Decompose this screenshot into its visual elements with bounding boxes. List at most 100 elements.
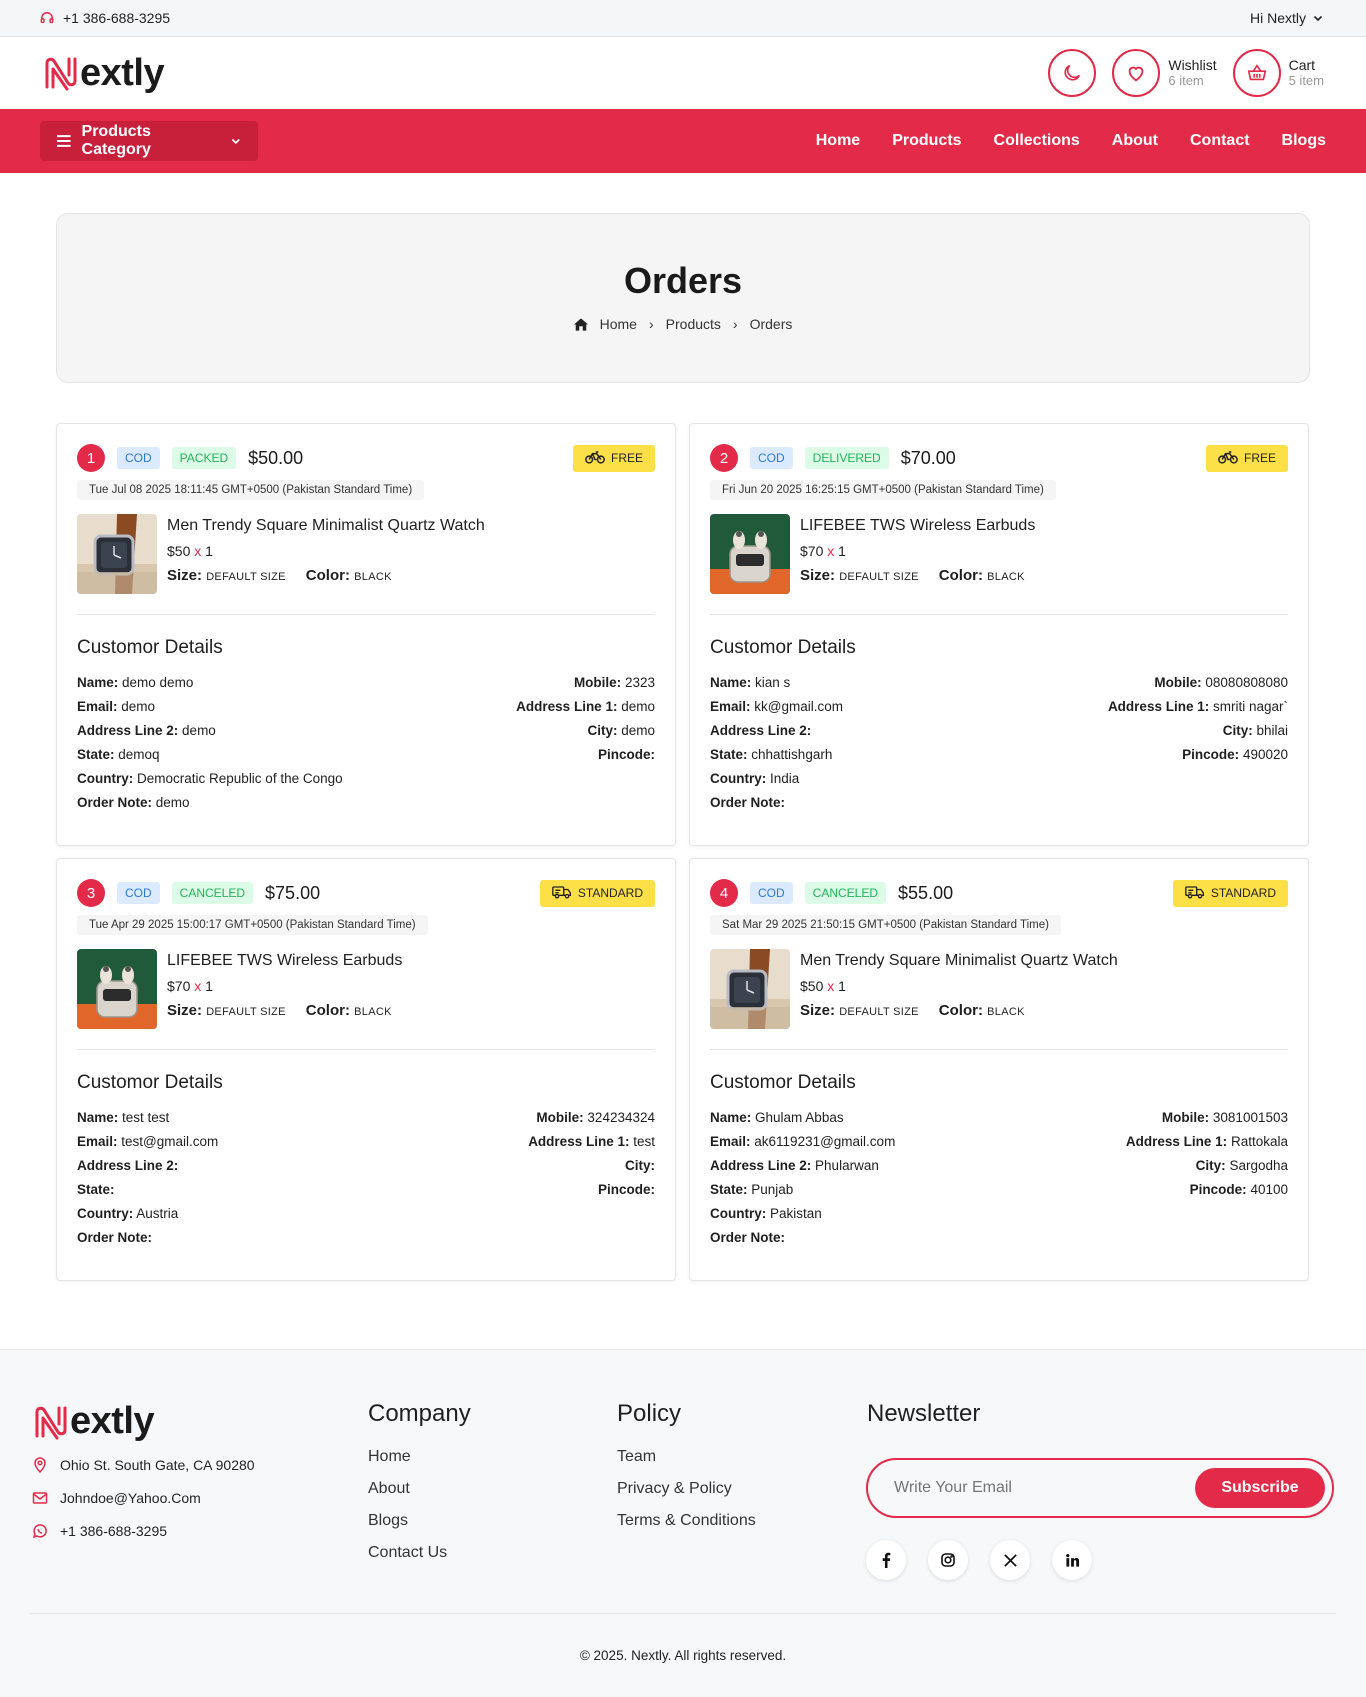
footer-divider	[30, 1613, 1336, 1614]
theme-toggle-button[interactable]	[1048, 49, 1097, 97]
order-number-badge: 1	[77, 444, 105, 472]
product-name[interactable]: LIFEBEE TWS Wireless Earbuds	[800, 517, 1035, 535]
customer-address-line-1: Address Line 1: demo	[516, 699, 655, 714]
newsletter-email-input[interactable]	[894, 1479, 1174, 1497]
customer-address-line-2: Address Line 2:	[77, 1158, 179, 1173]
wishlist-link[interactable]: Wishlist 6 item	[1112, 49, 1217, 97]
size-value: DEFAULT SIZE	[206, 1006, 286, 1018]
mail-icon	[32, 1492, 48, 1504]
product-price-qty: $70 x 1	[167, 978, 402, 994]
customer-details-heading: Customor Details	[710, 1072, 856, 1093]
main-nav: Products Category Home Products Collecti…	[0, 109, 1366, 173]
nav-about[interactable]: About	[1112, 132, 1158, 150]
unit-price: $70	[800, 543, 824, 559]
facebook-icon[interactable]	[866, 1540, 906, 1580]
product-image[interactable]	[710, 514, 790, 594]
product-price-qty: $50 x 1	[800, 978, 1118, 994]
chevron-down-icon	[232, 138, 241, 145]
nav-collections[interactable]: Collections	[994, 132, 1080, 150]
footer-link-terms[interactable]: Terms & Conditions	[617, 1512, 756, 1530]
shipping-badge: STANDARD	[539, 879, 655, 907]
x-icon[interactable]	[990, 1540, 1030, 1580]
payment-method-badge: COD	[750, 447, 793, 469]
breadcrumb-home[interactable]: Home	[600, 316, 637, 332]
qty-multiplier: x	[194, 978, 202, 994]
order-card: 1 COD PACKED $50.00 FREE Tue Jul 08 2025…	[56, 423, 676, 846]
linkedin-icon[interactable]	[1052, 1540, 1092, 1580]
footer-address: Ohio St. South Gate, CA 90280	[32, 1457, 255, 1473]
topbar-phone[interactable]: +1 386-688-3295	[63, 10, 170, 26]
logo-text: extly	[70, 1400, 155, 1442]
order-date: Tue Jul 08 2025 18:11:45 GMT+0500 (Pakis…	[77, 480, 425, 500]
customer-address-line-1: Address Line 1: smriti nagar`	[1107, 699, 1288, 714]
cart-button[interactable]	[1232, 49, 1281, 97]
order-product: Men Trendy Square Minimalist Quartz Watc…	[77, 514, 655, 594]
customer-country: Country: Pakistan	[710, 1206, 822, 1221]
quantity: 1	[205, 978, 213, 994]
unit-price: $70	[167, 978, 191, 994]
divider	[77, 614, 655, 615]
breadcrumb-separator: ›	[732, 316, 738, 332]
logo-n-mark	[45, 57, 77, 91]
nav-links: Home Products Collections About Contact …	[816, 132, 1326, 150]
cart-link[interactable]: Cart 5 item	[1232, 49, 1324, 97]
quantity: 1	[205, 543, 213, 559]
user-greeting[interactable]: Hi Nextly	[1250, 10, 1306, 26]
footer-link-privacy[interactable]: Privacy & Policy	[617, 1480, 756, 1498]
customer-name: Name: kian s	[710, 675, 791, 690]
customer-city: City: demo	[587, 723, 655, 738]
footer-link-blogs[interactable]: Blogs	[368, 1512, 471, 1530]
product-attributes: Size: DEFAULT SIZE Color: BLACK	[167, 567, 485, 584]
cart-label: Cart	[1288, 57, 1316, 73]
instagram-icon[interactable]	[928, 1540, 968, 1580]
customer-name: Name: test test	[77, 1110, 170, 1125]
order-number-badge: 3	[77, 879, 105, 907]
nav-home[interactable]: Home	[816, 132, 860, 150]
customer-pincode: Pincode: 490020	[1182, 747, 1288, 762]
shipping-badge: FREE	[1205, 444, 1288, 472]
wishlist-button[interactable]	[1112, 49, 1161, 97]
product-image[interactable]	[710, 949, 790, 1029]
footer-link-about[interactable]: About	[368, 1480, 471, 1498]
products-category-label: Products Category	[81, 123, 151, 158]
subscribe-button[interactable]: Subscribe	[1195, 1468, 1325, 1508]
product-name[interactable]: Men Trendy Square Minimalist Quartz Watc…	[167, 517, 485, 535]
size-label: Size:	[167, 567, 203, 584]
footer-link-contact[interactable]: Contact Us	[368, 1544, 471, 1562]
logo-n-mark	[35, 1406, 67, 1439]
customer-email: Email: ak6119231@gmail.com	[710, 1134, 896, 1149]
nav-products[interactable]: Products	[892, 132, 961, 150]
nav-blogs[interactable]: Blogs	[1282, 132, 1326, 150]
product-name[interactable]: LIFEBEE TWS Wireless Earbuds	[167, 952, 402, 970]
site-footer: extly Ohio St. South Gate, CA 90280 John…	[0, 1349, 1366, 1697]
products-category-button[interactable]: Products Category	[40, 121, 258, 161]
customer-country: Country: Democratic Republic of the Cong…	[77, 771, 343, 786]
order-status-badge: DELIVERED	[804, 447, 889, 469]
footer-link-team[interactable]: Team	[617, 1448, 756, 1466]
color-label: Color:	[305, 1002, 350, 1019]
bicycle-icon	[1218, 450, 1238, 467]
color-label: Color:	[938, 1002, 983, 1019]
product-image[interactable]	[77, 514, 157, 594]
product-name[interactable]: Men Trendy Square Minimalist Quartz Watc…	[800, 952, 1118, 970]
size-value: DEFAULT SIZE	[839, 571, 919, 583]
site-logo[interactable]: extly	[42, 52, 165, 95]
footer-link-home[interactable]: Home	[368, 1448, 471, 1466]
basket-icon	[1247, 64, 1266, 81]
user-menu[interactable]: Hi Nextly	[1250, 10, 1324, 26]
shipping-label: STANDARD	[577, 886, 643, 900]
product-price-qty: $70 x 1	[800, 543, 1035, 559]
product-image[interactable]	[77, 949, 157, 1029]
customer-email: Email: test@gmail.com	[77, 1134, 219, 1149]
headset-icon	[40, 12, 54, 24]
chevron-down-icon	[1313, 15, 1323, 22]
breadcrumb-separator: ›	[648, 316, 654, 332]
customer-name: Name: Ghulam Abbas	[710, 1110, 844, 1125]
size-label: Size:	[800, 567, 836, 584]
nav-contact[interactable]: Contact	[1190, 132, 1250, 150]
breadcrumb-products[interactable]: Products	[666, 316, 721, 332]
unit-price: $50	[800, 978, 824, 994]
footer-logo[interactable]: extly	[32, 1400, 255, 1443]
truck-icon	[1185, 885, 1205, 902]
color-label: Color:	[305, 567, 350, 584]
